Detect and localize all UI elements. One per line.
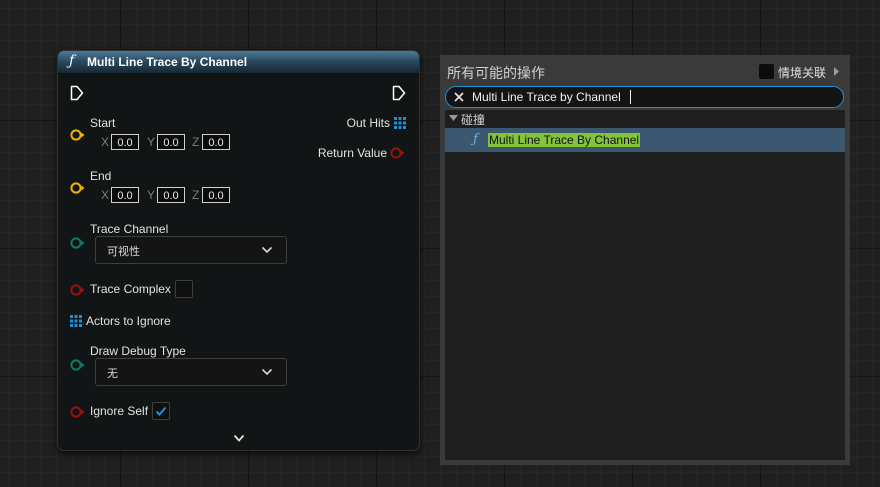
end-label: End xyxy=(90,169,112,183)
chevron-right-icon[interactable] xyxy=(834,67,840,76)
actors-to-ignore-label: Actors to Ignore xyxy=(86,314,171,328)
clear-search-icon[interactable] xyxy=(454,92,464,102)
end-z-field[interactable]: 0.0 xyxy=(202,187,230,203)
start-z-axis-label: Z xyxy=(192,135,200,149)
end-y-field[interactable]: 0.0 xyxy=(157,187,185,203)
action-menu-panel: 所有可能的操作 情境关联 Multi Line Trace by Channel… xyxy=(440,55,850,465)
trace-channel-dropdown[interactable]: 可视性 xyxy=(95,236,287,264)
node-title: Multi Line Trace By Channel xyxy=(87,55,248,69)
node-header[interactable]: ƒ Multi Line Trace By Channel xyxy=(58,51,419,74)
chevron-down-icon xyxy=(261,246,273,254)
ignore-self-label: Ignore Self xyxy=(90,404,149,418)
expand-node-chevron-down-icon[interactable] xyxy=(233,434,245,443)
result-item[interactable]: ƒ Multi Line Trace By Channel xyxy=(445,128,845,152)
start-pin[interactable] xyxy=(70,128,86,142)
category-collapse-icon[interactable] xyxy=(449,115,458,122)
end-x-field[interactable]: 0.0 xyxy=(111,187,139,203)
search-value: Multi Line Trace by Channel xyxy=(472,90,621,104)
draw-debug-type-value: 无 xyxy=(107,368,118,380)
start-x-axis-label: X xyxy=(101,135,110,149)
end-y-axis-label: Y xyxy=(147,188,156,202)
chevron-down-icon xyxy=(261,368,273,376)
exec-out-pin[interactable] xyxy=(392,85,406,101)
start-label: Start xyxy=(90,116,116,130)
search-input[interactable]: Multi Line Trace by Channel xyxy=(445,86,844,108)
start-y-field[interactable]: 0.0 xyxy=(157,134,185,150)
function-node[interactable]: ƒ Multi Line Trace By Channel Start X 0.… xyxy=(57,50,420,451)
category-label[interactable]: 碰撞 xyxy=(461,111,485,128)
out-hits-label: Out Hits xyxy=(346,116,390,130)
draw-debug-type-dropdown[interactable]: 无 xyxy=(95,358,287,386)
out-hits-array-pin[interactable] xyxy=(394,117,406,129)
trace-channel-pin[interactable] xyxy=(70,236,86,250)
result-item-label: Multi Line Trace By Channel xyxy=(488,133,641,147)
results-list: 碰撞 ƒ Multi Line Trace By Channel xyxy=(445,110,845,460)
start-x-field[interactable]: 0.0 xyxy=(111,134,139,150)
draw-debug-type-pin[interactable] xyxy=(70,358,86,372)
end-x-axis-label: X xyxy=(101,188,110,202)
trace-complex-pin[interactable] xyxy=(70,283,86,297)
end-z-axis-label: Z xyxy=(192,188,200,202)
trace-channel-value: 可视性 xyxy=(107,246,140,258)
text-caret xyxy=(630,90,631,104)
actors-to-ignore-array-pin[interactable] xyxy=(70,315,82,327)
draw-debug-type-label: Draw Debug Type xyxy=(90,344,186,358)
function-icon: ƒ xyxy=(473,132,478,147)
end-pin[interactable] xyxy=(70,181,86,195)
trace-complex-label: Trace Complex xyxy=(90,282,171,296)
function-icon: ƒ xyxy=(69,53,75,69)
trace-complex-checkbox[interactable] xyxy=(175,280,193,298)
action-menu-title: 所有可能的操作 xyxy=(447,65,545,81)
ignore-self-checkbox[interactable] xyxy=(152,402,170,420)
return-value-pin[interactable] xyxy=(390,146,406,160)
exec-in-pin[interactable] xyxy=(70,85,84,101)
trace-channel-label: Trace Channel xyxy=(90,222,169,236)
checkmark-icon xyxy=(155,406,167,416)
return-value-label: Return Value xyxy=(317,146,387,160)
context-sensitive-label: 情境关联 xyxy=(778,66,827,80)
start-y-axis-label: Y xyxy=(147,135,156,149)
ignore-self-pin[interactable] xyxy=(70,405,86,419)
context-sensitive-checkbox[interactable] xyxy=(759,64,774,79)
start-z-field[interactable]: 0.0 xyxy=(202,134,230,150)
